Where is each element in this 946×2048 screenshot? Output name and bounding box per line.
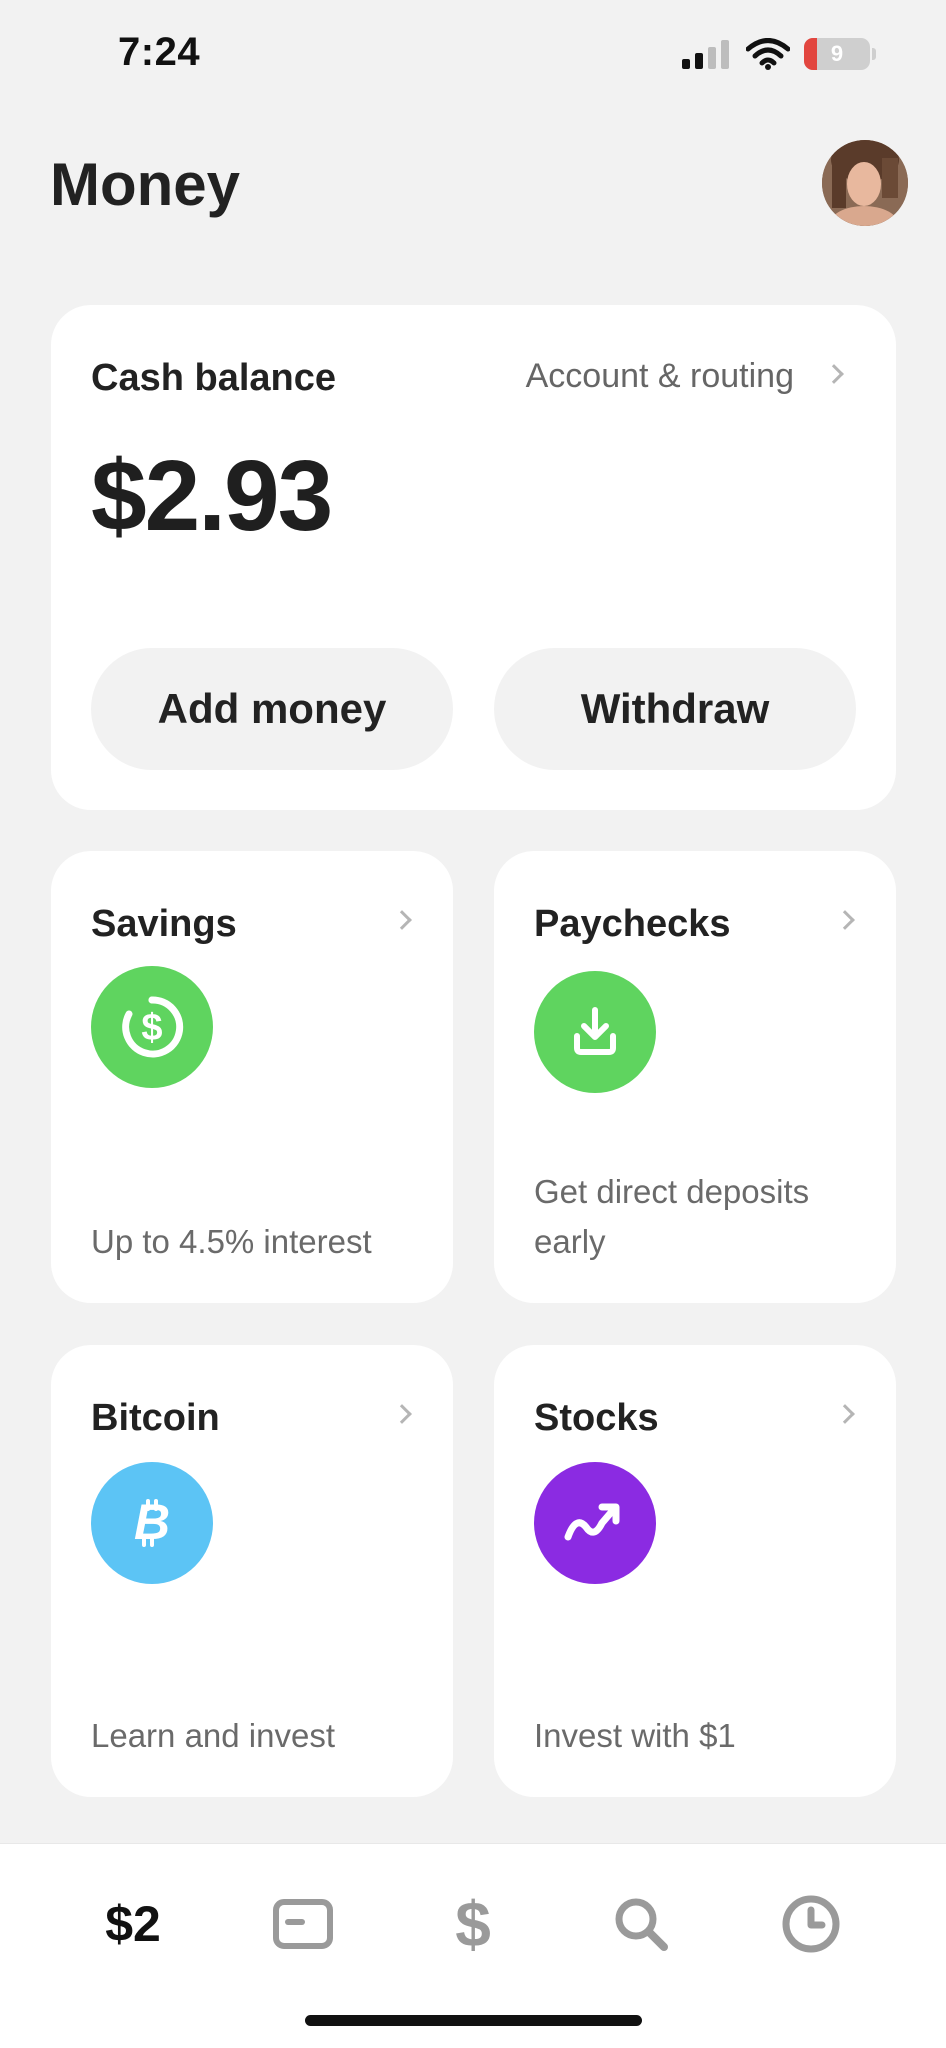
chevron-right-icon[interactable] [824, 364, 844, 384]
battery-level: 9 [830, 41, 844, 66]
chevron-right-icon [835, 910, 855, 930]
chevron-right-icon [392, 1404, 412, 1424]
dollar-icon[interactable]: $ [428, 1884, 518, 1964]
svg-text:$: $ [141, 1007, 162, 1049]
trend-up-icon [534, 1462, 656, 1584]
paychecks-description: Get direct deposits early [534, 1173, 810, 1260]
withdraw-button[interactable]: Withdraw [494, 648, 856, 770]
status-icons: 9 [682, 38, 876, 70]
profile-photo [822, 140, 908, 226]
bitcoin-icon: B [91, 1462, 213, 1584]
bitcoin-title: Bitcoin [91, 1397, 220, 1439]
paychecks-tile[interactable]: Paychecks Get direct deposits early [494, 851, 896, 1303]
chevron-right-icon [392, 910, 412, 930]
search-icon[interactable] [596, 1884, 686, 1964]
bitcoin-description: Learn and invest [91, 1717, 336, 1754]
stocks-tile[interactable]: Stocks Invest with $1 [494, 1345, 896, 1797]
avatar[interactable] [822, 140, 908, 226]
savings-description: Up to 4.5% interest [91, 1223, 372, 1260]
add-money-button[interactable]: Add money [91, 648, 453, 770]
stocks-title: Stocks [534, 1397, 659, 1439]
svg-text:$: $ [455, 1892, 491, 1956]
cellular-signal-icon [682, 40, 729, 69]
savings-dollar-icon: $ [91, 966, 213, 1088]
battery-icon: 9 [804, 38, 870, 70]
battery-fill [804, 38, 818, 70]
stocks-description: Invest with $1 [534, 1717, 736, 1754]
bitcoin-tile[interactable]: Bitcoin B Learn and invest [51, 1345, 453, 1797]
status-time: 7:24 [118, 30, 201, 74]
savings-tile[interactable]: Savings $ Up to 4.5% interest [51, 851, 453, 1303]
battery-tip [872, 48, 876, 60]
cash-balance-amount: $2.93 [91, 440, 333, 552]
savings-title: Savings [91, 903, 237, 945]
status-bar: 7:24 9 [0, 0, 946, 110]
account-routing-link[interactable]: Account & routing [526, 357, 794, 396]
paychecks-title: Paychecks [534, 903, 731, 945]
card-icon[interactable] [258, 1884, 348, 1964]
download-icon [534, 971, 656, 1093]
chevron-right-icon [835, 1404, 855, 1424]
page-title: Money [50, 151, 241, 218]
wifi-icon [746, 38, 790, 70]
home-indicator [305, 2015, 642, 2026]
activity-clock-icon[interactable] [766, 1884, 856, 1964]
balance-tab[interactable]: $2 [88, 1884, 178, 1964]
cash-balance-card: Cash balance Account & routing $2.93 Add… [51, 305, 896, 810]
cash-balance-title: Cash balance [91, 357, 336, 399]
